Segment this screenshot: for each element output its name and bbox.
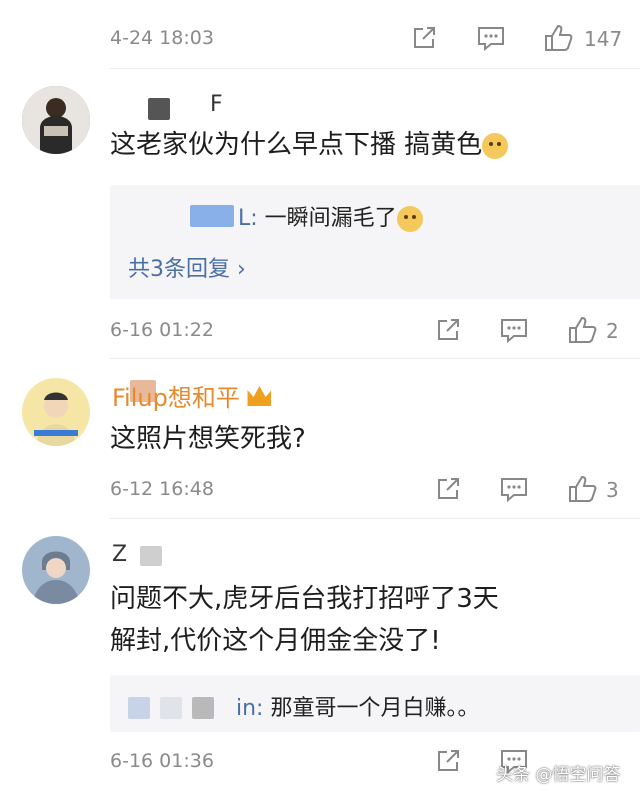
divider [110, 358, 640, 359]
reply-line: L: 一瞬间漏毛了 [128, 200, 423, 232]
more-replies-link[interactable]: 共3条回复 › [128, 251, 246, 283]
doge-emoji-icon [396, 206, 423, 232]
comment-text: 这照片想笑死我? [110, 424, 306, 454]
like-icon[interactable] [542, 22, 576, 54]
avatar[interactable] [22, 378, 90, 446]
reply-line: in: 那童哥一个月白赚。。 [236, 696, 480, 721]
divider [110, 518, 640, 519]
avatar[interactable] [22, 86, 90, 154]
comment-text: 问题不大,虎牙后台我打招呼了3天 解封,代价这个月佣金全没了! [110, 584, 499, 656]
username-blur [148, 98, 170, 120]
comment-time: 6-16 01:22 [110, 319, 214, 341]
share-icon[interactable] [432, 745, 464, 777]
reply-username-blur [128, 697, 150, 719]
comment-time: 6-12 16:48 [110, 478, 214, 500]
like-icon[interactable] [566, 473, 600, 505]
reply-username-blur [160, 697, 182, 719]
comment-time: 4-24 18:03 [110, 27, 214, 49]
like-count: 147 [584, 27, 623, 51]
crown-icon [247, 386, 272, 406]
like-count: 2 [606, 319, 619, 343]
like-icon[interactable] [566, 314, 600, 346]
username[interactable]: Filup想和平 [112, 378, 272, 413]
reply-icon[interactable] [498, 473, 530, 505]
share-icon[interactable] [432, 473, 464, 505]
comment-text: 这老家伙为什么早点下播 搞黄色 [110, 124, 509, 166]
share-icon[interactable] [408, 22, 440, 54]
comment-time: 6-16 01:36 [110, 750, 214, 772]
divider [110, 68, 640, 69]
share-icon[interactable] [432, 314, 464, 346]
reply-icon[interactable] [498, 314, 530, 346]
like-count: 3 [606, 478, 619, 502]
reply-username-blur [192, 697, 214, 719]
reply-icon[interactable] [475, 22, 507, 54]
doge-emoji-icon [482, 132, 509, 159]
watermark: 头条 @悟空问答 [496, 765, 621, 785]
avatar[interactable] [22, 536, 90, 604]
username[interactable]: F [210, 92, 223, 117]
username-blur [140, 546, 162, 566]
username[interactable]: Z [112, 542, 127, 567]
